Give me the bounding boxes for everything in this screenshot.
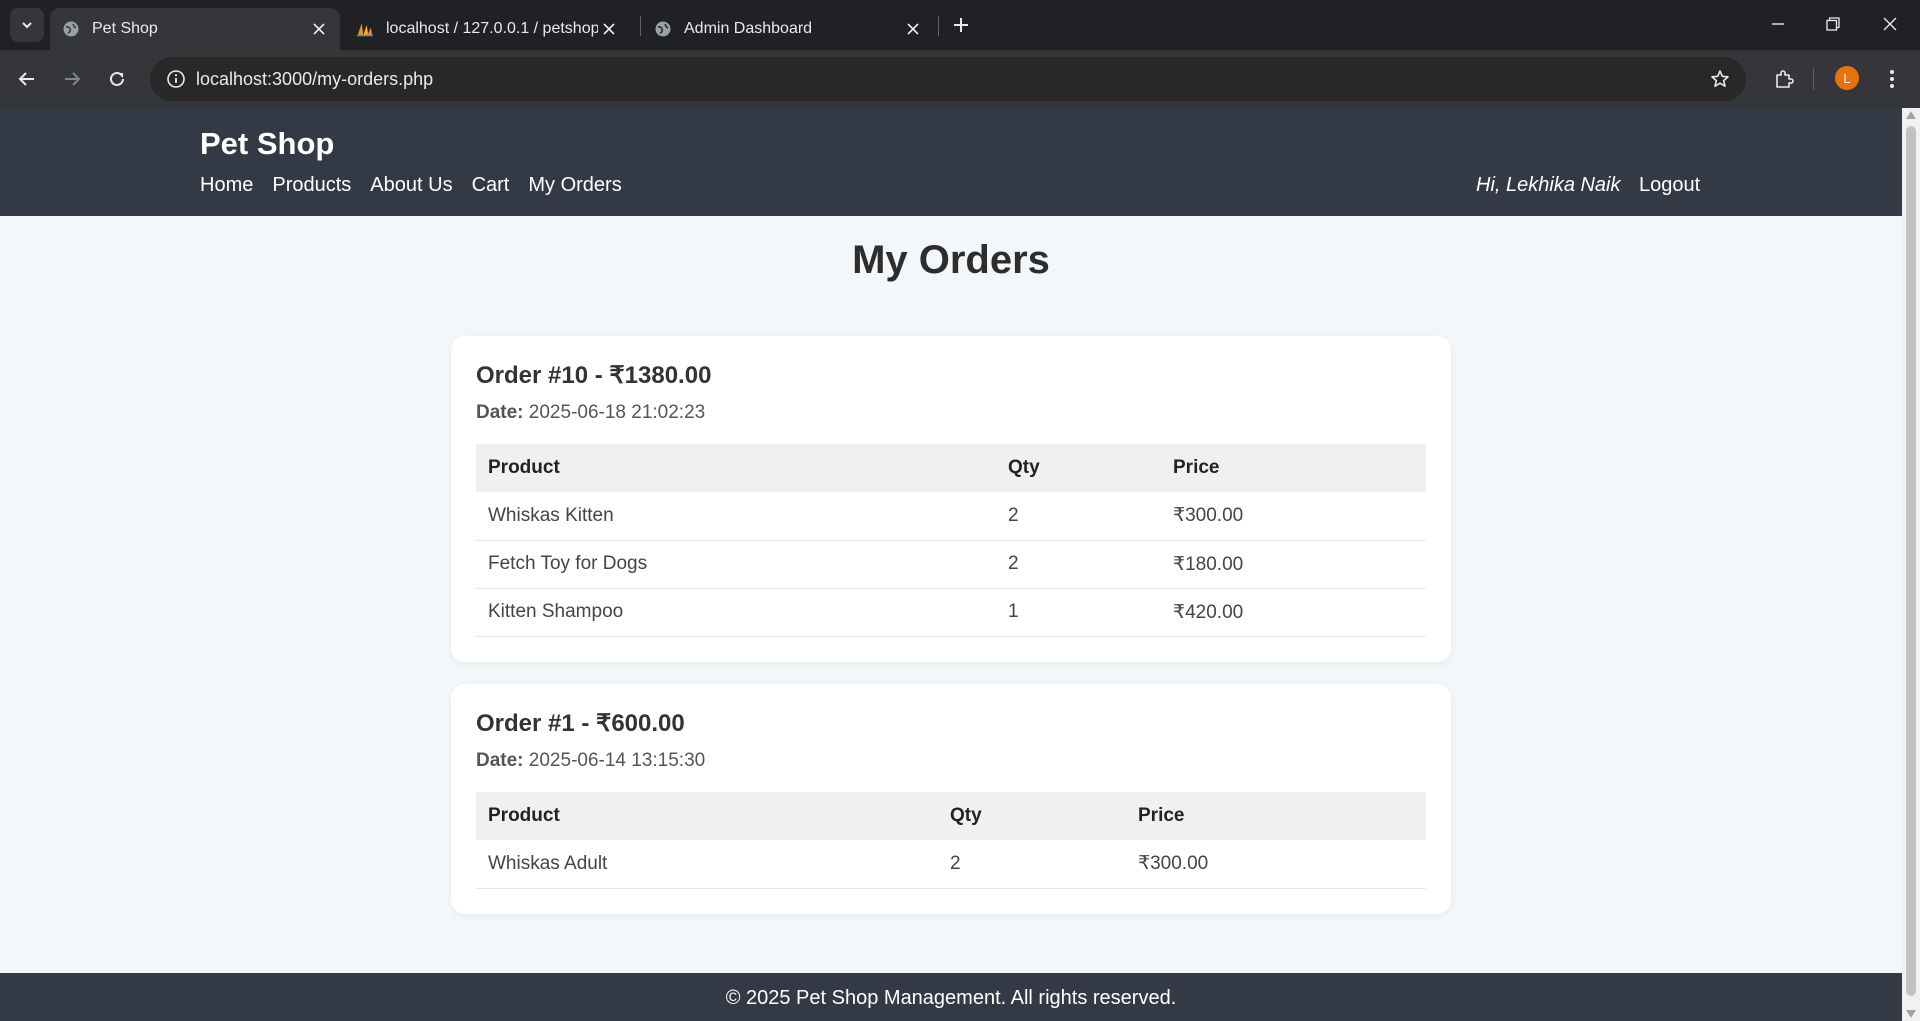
new-tab-button[interactable]	[948, 12, 974, 38]
order-date-value: 2025-06-14 13:15:30	[528, 750, 706, 771]
column-header-product: Product	[476, 444, 996, 492]
toolbar-divider	[1813, 68, 1814, 90]
cell-price: ₹180.00	[1161, 540, 1426, 589]
cell-product: Fetch Toy for Dogs	[476, 540, 996, 589]
tab-divider	[938, 16, 939, 36]
user-greeting: Hi, Lekhika Naik	[1476, 174, 1621, 196]
table-header-row: Product Qty Price	[476, 792, 1426, 840]
cell-price: ₹300.00	[1161, 492, 1426, 541]
arrow-left-icon	[18, 72, 34, 86]
order-date: Date: 2025-06-14 13:15:30	[476, 750, 1426, 772]
tab-admin-dashboard[interactable]: Admin Dashboard	[642, 8, 934, 50]
address-bar[interactable]: localhost:3000/my-orders.php	[150, 57, 1746, 101]
profile-avatar[interactable]: L	[1835, 66, 1859, 90]
cell-product: Kitten Shampoo	[476, 588, 996, 637]
tab-divider	[640, 16, 641, 36]
table-row: Whiskas Kitten 2 ₹300.00	[476, 492, 1426, 541]
bookmark-star-icon[interactable]	[1708, 67, 1732, 91]
close-icon	[1883, 17, 1897, 31]
order-date-label: Date:	[476, 750, 524, 771]
cell-qty: 2	[996, 492, 1161, 541]
minimize-icon	[1772, 23, 1784, 25]
tab-strip: Pet Shop localhost / 127.0.0.1 / petshop…	[0, 0, 1920, 50]
globe-icon	[62, 20, 80, 38]
site-brand[interactable]: Pet Shop	[200, 126, 334, 162]
scroll-up-arrow[interactable]	[1906, 111, 1916, 119]
back-button[interactable]	[11, 63, 43, 95]
order-title: Order #1 - ₹600.00	[476, 710, 685, 737]
tab-title: Admin Dashboard	[684, 20, 813, 37]
order-card: Order #1 - ₹600.00 Date: 2025-06-14 13:1…	[451, 684, 1451, 914]
column-header-product: Product	[476, 792, 938, 840]
order-card: Order #10 - ₹1380.00 Date: 2025-06-18 21…	[451, 336, 1451, 662]
table-row: Kitten Shampoo 1 ₹420.00	[476, 588, 1426, 637]
column-header-qty: Qty	[996, 444, 1161, 492]
forward-button[interactable]	[56, 63, 88, 95]
scroll-down-arrow[interactable]	[1906, 1010, 1916, 1018]
arrow-right-icon	[65, 72, 81, 86]
nav-home[interactable]: Home	[200, 174, 253, 197]
nav-cart[interactable]: Cart	[472, 174, 510, 197]
reload-icon	[110, 71, 124, 86]
cell-qty: 1	[996, 588, 1161, 637]
page-viewport: Pet Shop Home Products About Us Cart My …	[0, 108, 1902, 1021]
logout-link[interactable]: Logout	[1639, 174, 1700, 197]
order-title: Order #10 - ₹1380.00	[476, 362, 712, 389]
cell-qty: 2	[996, 540, 1161, 589]
scrollbar-thumb[interactable]	[1906, 126, 1916, 996]
site-info-icon[interactable]	[156, 57, 196, 101]
reload-button[interactable]	[101, 63, 133, 95]
order-date-value: 2025-06-18 21:02:23	[528, 402, 706, 423]
more-vertical-icon	[1890, 70, 1894, 88]
window-close-button[interactable]	[1872, 6, 1908, 42]
table-header-row: Product Qty Price	[476, 444, 1426, 492]
page-title: My Orders	[852, 238, 1050, 282]
browser-menu-button[interactable]	[1880, 63, 1904, 95]
close-icon[interactable]	[598, 18, 620, 40]
column-header-price: Price	[1126, 792, 1426, 840]
phpmyadmin-icon	[356, 20, 374, 38]
close-icon[interactable]	[902, 18, 924, 40]
table-row: Fetch Toy for Dogs 2 ₹180.00	[476, 540, 1426, 589]
order-items-table: Product Qty Price Whiskas Kitten 2 ₹300.…	[476, 444, 1426, 637]
tab-phpmyadmin[interactable]: localhost / 127.0.0.1 / petshop / ...	[344, 8, 630, 50]
column-header-qty: Qty	[938, 792, 1126, 840]
plus-icon	[954, 18, 968, 32]
order-date-label: Date:	[476, 402, 524, 423]
tab-title: localhost / 127.0.0.1 / petshop / ...	[386, 20, 598, 37]
restore-icon	[1826, 17, 1840, 31]
tab-title: Pet Shop	[92, 20, 158, 37]
globe-icon	[654, 20, 672, 38]
extensions-button[interactable]	[1768, 63, 1800, 95]
page-scrollbar[interactable]	[1902, 108, 1920, 1021]
nav-about-us[interactable]: About Us	[370, 174, 452, 197]
browser-toolbar: localhost:3000/my-orders.php	[0, 50, 1920, 108]
puzzle-icon	[1776, 70, 1794, 88]
close-icon[interactable]	[308, 18, 330, 40]
nav-products[interactable]: Products	[272, 174, 351, 197]
tab-pet-shop[interactable]: Pet Shop	[50, 8, 340, 50]
nav-my-orders[interactable]: My Orders	[528, 174, 621, 197]
tab-search-button[interactable]	[10, 8, 44, 42]
minimize-button[interactable]	[1760, 6, 1796, 42]
chevron-down-icon	[22, 22, 32, 29]
cell-product: Whiskas Adult	[476, 840, 938, 889]
cell-product: Whiskas Kitten	[476, 492, 996, 541]
cell-price: ₹300.00	[1126, 840, 1426, 889]
restore-button[interactable]	[1815, 6, 1851, 42]
site-header: Pet Shop Home Products About Us Cart My …	[0, 108, 1902, 216]
site-footer: © 2025 Pet Shop Management. All rights r…	[0, 973, 1902, 1021]
site-nav: Home Products About Us Cart My Orders	[200, 174, 622, 197]
order-items-table: Product Qty Price Whiskas Adult 2 ₹300.0…	[476, 792, 1426, 889]
column-header-price: Price	[1161, 444, 1426, 492]
url-text[interactable]: localhost:3000/my-orders.php	[196, 69, 433, 90]
cell-price: ₹420.00	[1161, 588, 1426, 637]
order-date: Date: 2025-06-18 21:02:23	[476, 402, 1426, 424]
table-row: Whiskas Adult 2 ₹300.00	[476, 840, 1426, 889]
cell-qty: 2	[938, 840, 1126, 889]
